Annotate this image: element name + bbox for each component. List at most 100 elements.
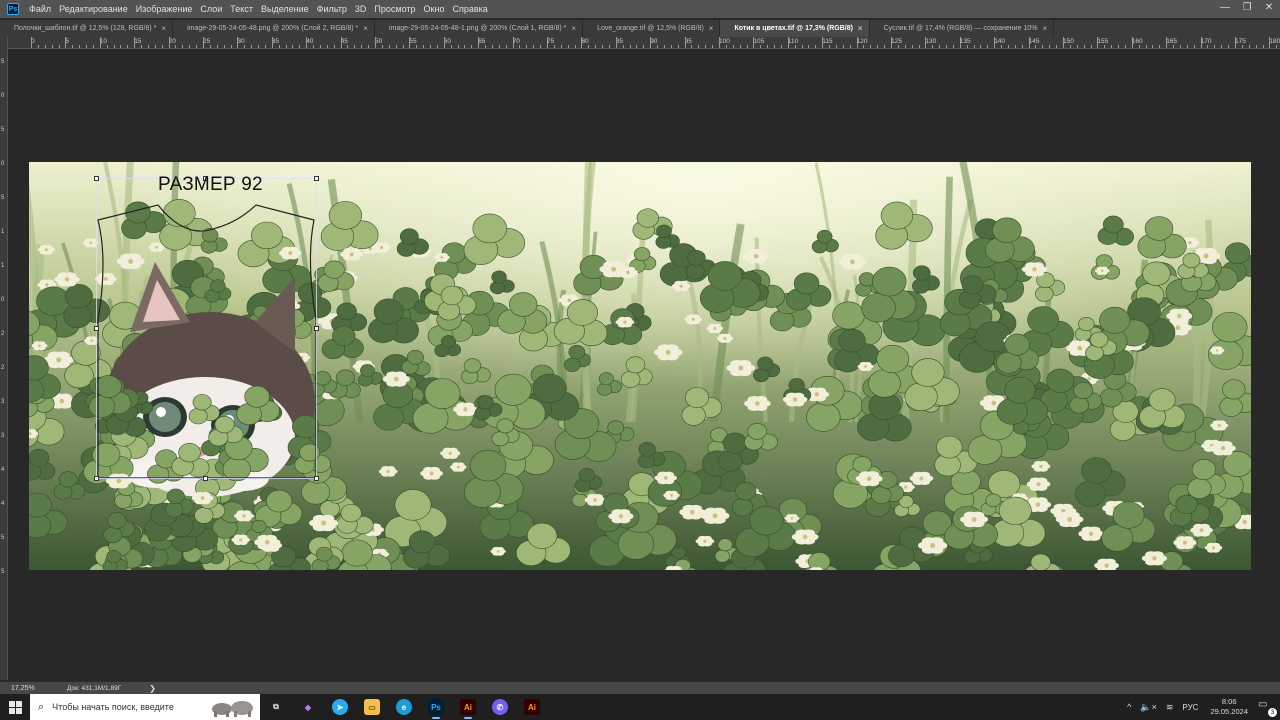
transform-handle[interactable] <box>94 326 99 331</box>
taskbar-edge[interactable]: e <box>388 694 420 720</box>
ruler-tick <box>86 45 88 48</box>
minimize-button[interactable]: — <box>1214 0 1236 14</box>
tab-close-icon[interactable]: × <box>709 24 714 33</box>
wifi-icon[interactable]: ≋ <box>1166 702 1174 713</box>
ruler-tick <box>127 45 129 48</box>
tab-kotik[interactable]: Котик в цветах.tif @ 17,3% (RGB/8) × <box>720 20 870 37</box>
tab-close-icon[interactable]: × <box>1042 24 1047 33</box>
ruler-tick <box>258 45 260 48</box>
tab-image-2[interactable]: image-29-05-24-05-48-1.png @ 200% (Слой … <box>374 20 584 37</box>
taskbar-viber[interactable]: ✆ <box>484 694 516 720</box>
ruler-tick <box>216 45 218 48</box>
ruler-tick <box>141 45 143 48</box>
menu-edit[interactable]: Редактирование <box>59 4 128 14</box>
taskbar-telegram[interactable]: ➤ <box>324 694 356 720</box>
tab-label: Котик в цветах.tif @ 17,3% (RGB/8) <box>734 25 853 32</box>
ruler-tick <box>1118 45 1120 48</box>
menu-image[interactable]: Изображение <box>136 4 193 14</box>
ruler-tick <box>760 45 762 48</box>
menu-3d[interactable]: 3D <box>355 4 367 14</box>
ruler-tick <box>629 45 631 48</box>
white-flower <box>695 535 715 547</box>
taskbar-illustrator[interactable]: Ai <box>452 694 484 720</box>
ruler-tick <box>684 37 686 48</box>
ruler-tick-label: 135 <box>959 38 971 45</box>
ruler-tick <box>1063 37 1064 48</box>
ruler-tick-label: 2 <box>1 331 5 337</box>
menu-bar: Ps Файл Редактирование Изображение Слои … <box>0 0 1280 18</box>
transform-handle[interactable] <box>314 176 319 181</box>
restore-button[interactable]: ❐ <box>1236 0 1258 14</box>
tab-love-orange[interactable]: Love_orange.tif @ 12,5% (RGB/8) × <box>583 20 721 37</box>
tray-chevron-icon[interactable]: ^ <box>1127 702 1131 712</box>
start-button[interactable] <box>0 694 30 720</box>
photoshop-logo-icon: Ps <box>7 3 19 15</box>
white-flower <box>791 529 819 545</box>
clock[interactable]: 8:06 29.05.2024 <box>1210 697 1248 717</box>
tab-polochki[interactable]: Полочки_шаблон.tif @ 12,5% (128, RGB/8) … <box>0 20 174 37</box>
white-flower <box>742 248 770 264</box>
ruler-tick <box>1042 45 1044 48</box>
transform-handle[interactable] <box>94 176 99 181</box>
ruler-tick <box>918 45 920 48</box>
ruler-tick <box>251 45 253 48</box>
ruler-tick <box>822 37 824 48</box>
menu-filter[interactable]: Фильтр <box>317 4 347 14</box>
tab-close-icon[interactable]: × <box>363 24 368 33</box>
transform-selection-box[interactable] <box>94 176 319 481</box>
transform-handle[interactable] <box>94 476 99 481</box>
ruler-tick <box>402 45 404 48</box>
white-flower <box>663 490 680 500</box>
tab-suslik[interactable]: Суслик.tif @ 17,4% (RGB/8) — сохранение … <box>869 20 1055 37</box>
menu-help[interactable]: Справка <box>452 4 487 14</box>
taskbar-search-input[interactable]: ⌕ Чтобы начать поиск, введите <box>30 694 260 720</box>
ruler-tick <box>753 37 755 48</box>
white-flower <box>784 514 800 523</box>
status-menu-arrow-icon[interactable]: ❯ <box>149 684 156 693</box>
ruler-tick <box>423 45 425 48</box>
vertical-ruler[interactable]: 5 0 5 0 5 1 1 0 2 2 3 3 4 4 5 5 <box>0 37 8 680</box>
ruler-tick <box>719 37 720 48</box>
ruler-tick <box>533 45 535 48</box>
zoom-readout[interactable]: 17,25% <box>11 685 61 692</box>
search-icon: ⌕ <box>38 700 45 713</box>
ruler-tick-label: 35 <box>271 38 280 45</box>
white-flower <box>54 272 80 287</box>
transform-handle[interactable] <box>314 326 319 331</box>
taskbar-copilot[interactable]: ◆ <box>292 694 324 720</box>
size-label-text[interactable]: РАЗМЕР 92 <box>158 174 263 196</box>
sound-muted-icon[interactable]: 🔈× <box>1140 702 1156 713</box>
tab-image-1[interactable]: image-29-05-24-05-48.png @ 200% (Слой 2,… <box>173 20 375 37</box>
ruler-tick <box>588 45 590 48</box>
ruler-tick <box>966 45 968 48</box>
input-language[interactable]: РУС <box>1182 703 1198 712</box>
white-flower <box>671 280 691 292</box>
menu-select[interactable]: Выделение <box>261 4 309 14</box>
ruler-tick <box>37 45 39 48</box>
menu-window[interactable]: Окно <box>424 4 445 14</box>
ruler-tick <box>175 45 177 48</box>
ruler-tick <box>670 45 672 48</box>
tab-close-icon[interactable]: × <box>161 24 166 33</box>
menu-file[interactable]: Файл <box>29 4 51 14</box>
ruler-tick <box>443 37 445 48</box>
ruler-tick <box>987 45 989 48</box>
ruler-tick <box>657 45 659 48</box>
taskbar-photoshop[interactable]: Ps <box>420 694 452 720</box>
taskbar-file-explorer[interactable]: ▭ <box>356 694 388 720</box>
tab-close-icon[interactable]: × <box>858 24 863 33</box>
transform-handle[interactable] <box>314 476 319 481</box>
tab-close-icon[interactable]: × <box>571 24 576 33</box>
transform-handle[interactable] <box>203 476 208 481</box>
menu-type[interactable]: Текст <box>230 4 253 14</box>
close-button[interactable]: ✕ <box>1258 0 1280 14</box>
taskbar-illustrator-2[interactable]: Ai <box>516 694 548 720</box>
ruler-tick <box>925 37 927 48</box>
taskbar-task-view[interactable]: ⧉ <box>260 694 292 720</box>
horizontal-ruler[interactable]: 0 5 10 15 20 25 30 35 40 45 50 55 60 65 70 75 80 85 90 95 10… <box>8 37 1280 49</box>
ruler-tick-label: 40 <box>306 38 314 45</box>
notifications-button[interactable]: ▭ 3 <box>1258 699 1277 717</box>
menu-layers[interactable]: Слои <box>200 4 222 14</box>
ruler-tick <box>1173 45 1175 48</box>
menu-view[interactable]: Просмотр <box>374 4 415 14</box>
